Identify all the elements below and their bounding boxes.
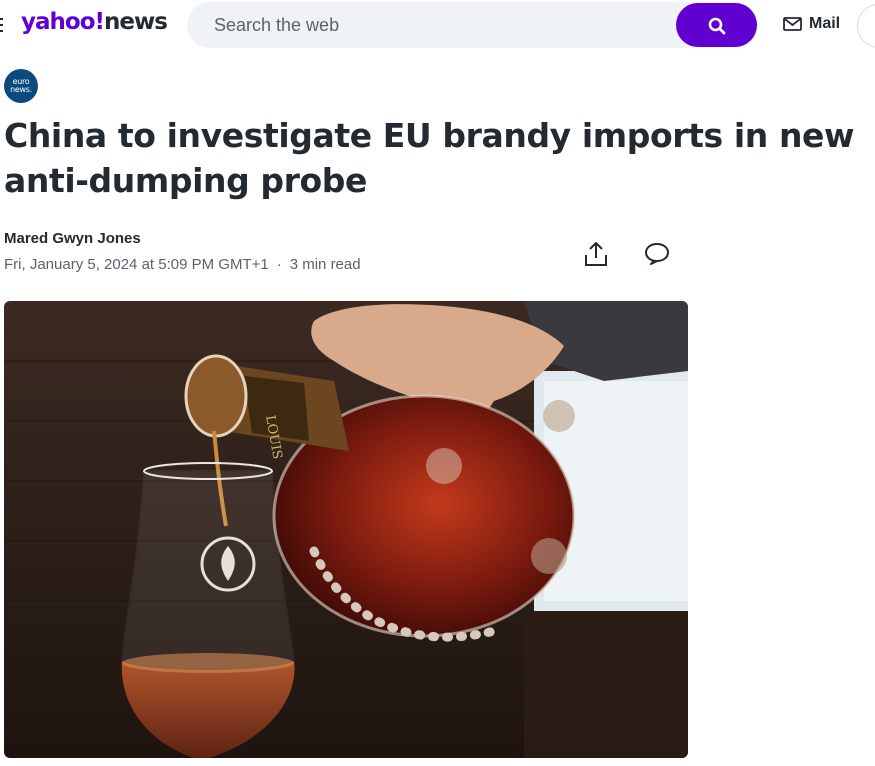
comment-icon bbox=[645, 243, 670, 265]
menu-icon[interactable] bbox=[0, 18, 3, 34]
cognac-pour-photo: LOUIS bbox=[4, 301, 688, 758]
comment-button[interactable] bbox=[644, 241, 670, 265]
profile-button[interactable] bbox=[857, 4, 875, 48]
article-headline: China to investigate EU brandy imports i… bbox=[4, 116, 855, 200]
share-icon bbox=[585, 242, 607, 266]
top-navigation: yahoo!news Mail bbox=[0, 0, 875, 52]
article-meta: Fri, January 5, 2024 at 5:09 PM GMT+1 · 3 … bbox=[4, 256, 361, 273]
mail-icon bbox=[783, 17, 802, 31]
article-hero-image[interactable]: LOUIS bbox=[4, 301, 688, 758]
share-button[interactable] bbox=[583, 240, 609, 268]
logo-yahoo-text: yahoo! bbox=[21, 9, 105, 35]
search-input[interactable] bbox=[214, 2, 664, 48]
author-name[interactable]: Mared Gwyn Jones bbox=[4, 230, 141, 247]
publish-date: Fri, January 5, 2024 at 5:09 PM GMT+1 bbox=[4, 256, 269, 273]
search-button[interactable] bbox=[676, 3, 757, 47]
meta-separator: · bbox=[276, 256, 282, 273]
logo-news-text: news bbox=[103, 9, 168, 35]
mail-label: Mail bbox=[809, 15, 841, 32]
mail-link[interactable]: Mail bbox=[783, 15, 840, 33]
search-icon bbox=[708, 17, 726, 35]
euronews-logo[interactable]: euro news. bbox=[4, 69, 38, 103]
yahoo-news-logo[interactable]: yahoo!news bbox=[21, 9, 168, 35]
read-time: 3 min read bbox=[289, 256, 361, 273]
search-bar bbox=[187, 2, 758, 48]
